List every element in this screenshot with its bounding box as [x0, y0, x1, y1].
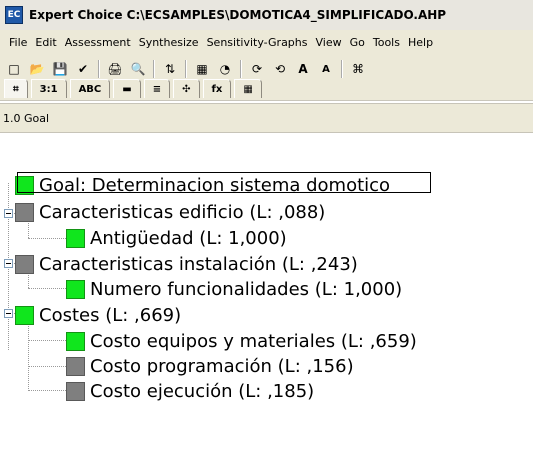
- tree-node-label: Costes (L: ,669): [39, 305, 182, 326]
- hierarchy-tree: Goal: Determinacion sistema domotico Car…: [0, 172, 533, 450]
- tree-node-costes[interactable]: Costes (L: ,669): [15, 306, 181, 325]
- tab-pairwise[interactable]: 3:1: [30, 79, 67, 98]
- tab-list-chart[interactable]: ≡: [143, 79, 171, 98]
- collapse-toggle-icon[interactable]: [4, 259, 13, 268]
- new-file-icon[interactable]: □: [4, 59, 24, 79]
- node-color-box: [15, 306, 34, 325]
- tab-network[interactable]: ✣: [173, 79, 200, 98]
- chart-icon[interactable]: ◔: [215, 59, 235, 79]
- grid-tab-icon: ▦: [243, 83, 253, 95]
- list-chart-icon: ≡: [152, 83, 162, 95]
- open-folder-icon[interactable]: 📂: [27, 59, 47, 79]
- rotate-ccw-icon[interactable]: ⟲: [270, 59, 290, 79]
- collapse-toggle-icon[interactable]: [4, 209, 13, 218]
- bar-chart-icon: ▬: [122, 83, 132, 95]
- font-increase-icon[interactable]: A: [293, 59, 313, 79]
- print-icon[interactable]: 🖨: [105, 59, 125, 79]
- tree-line: [28, 390, 66, 391]
- path-bar: 1.0 Goal: [0, 103, 533, 133]
- tree-line: [28, 221, 29, 238]
- tree-node-antiguedad[interactable]: Antigüedad (L: 1,000): [66, 229, 287, 248]
- network-tab-icon: ✣: [182, 83, 191, 95]
- node-color-box: [66, 280, 85, 299]
- node-color-box: [66, 357, 85, 376]
- tab-abc[interactable]: ABC: [69, 79, 111, 98]
- menu-go[interactable]: Go: [346, 36, 369, 49]
- expert-choice-app-icon: EC: [5, 6, 23, 24]
- tree-node-caracteristicas-edificio[interactable]: Caracteristicas edificio (L: ,088): [15, 203, 325, 222]
- tree-node-caracteristicas-instalacion[interactable]: Caracteristicas instalación (L: ,243): [15, 255, 358, 274]
- menu-help[interactable]: Help: [404, 36, 437, 49]
- menu-view[interactable]: View: [312, 36, 346, 49]
- tree-line: [28, 238, 66, 239]
- toolbar: □ 📂 💾 ✔ 🖨 🔍 ⇅ ▦ ◔ ⟳ ⟲ A A ⌘ ⌗ 3:1 ABC ▬ …: [0, 54, 533, 101]
- selected-node-outline: [17, 172, 431, 193]
- menu-edit[interactable]: Edit: [31, 36, 60, 49]
- toolbar-separator: [240, 60, 242, 78]
- tab-bar-chart[interactable]: ▬: [113, 79, 141, 98]
- node-color-box: [66, 332, 85, 351]
- node-color-box: [66, 382, 85, 401]
- tree-node-label: Costo equipos y materiales (L: ,659): [90, 331, 417, 352]
- view-tabs: ⌗ 3:1 ABC ▬ ≡ ✣ fx ▦: [4, 78, 265, 98]
- collapse-toggle-icon[interactable]: [4, 309, 13, 318]
- menu-assessment[interactable]: Assessment: [61, 36, 135, 49]
- menu-bar: File Edit Assessment Synthesize Sensitiv…: [0, 30, 533, 55]
- font-decrease-icon[interactable]: A: [316, 59, 336, 79]
- toolbar-separator: [185, 60, 187, 78]
- node-color-box: [66, 229, 85, 248]
- menu-synthesize[interactable]: Synthesize: [135, 36, 203, 49]
- tree-node-costo-ejecucion[interactable]: Costo ejecución (L: ,185): [66, 382, 314, 401]
- network-icon[interactable]: ⌘: [348, 59, 368, 79]
- tree-line: [28, 340, 66, 341]
- toolbar-separator: [153, 60, 155, 78]
- title-bar: EC Expert Choice C:\ECSAMPLES\DOMOTICA4_…: [0, 0, 533, 30]
- tab-grid[interactable]: ▦: [234, 79, 262, 98]
- menu-tools[interactable]: Tools: [369, 36, 404, 49]
- tree-node-numero-funcionalidades[interactable]: Numero funcionalidades (L: 1,000): [66, 280, 402, 299]
- menu-sensitivity-graphs[interactable]: Sensitivity-Graphs: [203, 36, 312, 49]
- toolbar-separator: [98, 60, 100, 78]
- tree-line: [28, 321, 29, 389]
- tree-line: [28, 366, 66, 367]
- wand-icon[interactable]: ✔: [73, 59, 93, 79]
- tree-node-label: Numero funcionalidades (L: 1,000): [90, 279, 403, 300]
- tree-node-label: Caracteristicas instalación (L: ,243): [39, 254, 358, 275]
- toolbar-separator: [341, 60, 343, 78]
- tree-node-costo-programacion[interactable]: Costo programación (L: ,156): [66, 357, 354, 376]
- tree-node-label: Caracteristicas edificio (L: ,088): [39, 202, 326, 223]
- tree-node-costo-equipos[interactable]: Costo equipos y materiales (L: ,659): [66, 332, 417, 351]
- tree-node-icon[interactable]: ⇅: [160, 59, 180, 79]
- tree-node-label: Costo ejecución (L: ,185): [90, 381, 315, 402]
- tree-line: [28, 288, 66, 289]
- node-color-box: [15, 255, 34, 274]
- save-icon[interactable]: 💾: [50, 59, 70, 79]
- menu-file[interactable]: File: [5, 36, 31, 49]
- toolbar-row: □ 📂 💾 ✔ 🖨 🔍 ⇅ ▦ ◔ ⟳ ⟲ A A ⌘: [4, 58, 371, 80]
- tab-formula[interactable]: fx: [202, 79, 232, 98]
- tab-tree-view[interactable]: ⌗: [4, 79, 28, 98]
- tree-node-label: Costo programación (L: ,156): [90, 356, 354, 377]
- preview-icon[interactable]: 🔍: [128, 59, 148, 79]
- tree-view-icon: ⌗: [13, 83, 19, 95]
- window-title: Expert Choice C:\ECSAMPLES\DOMOTICA4_SIM…: [29, 8, 447, 22]
- node-color-box: [15, 203, 34, 222]
- grid-icon[interactable]: ▦: [192, 59, 212, 79]
- current-node-path: 1.0 Goal: [3, 111, 50, 125]
- tree-node-label: Antigüedad (L: 1,000): [90, 228, 287, 249]
- rotate-cw-icon[interactable]: ⟳: [247, 59, 267, 79]
